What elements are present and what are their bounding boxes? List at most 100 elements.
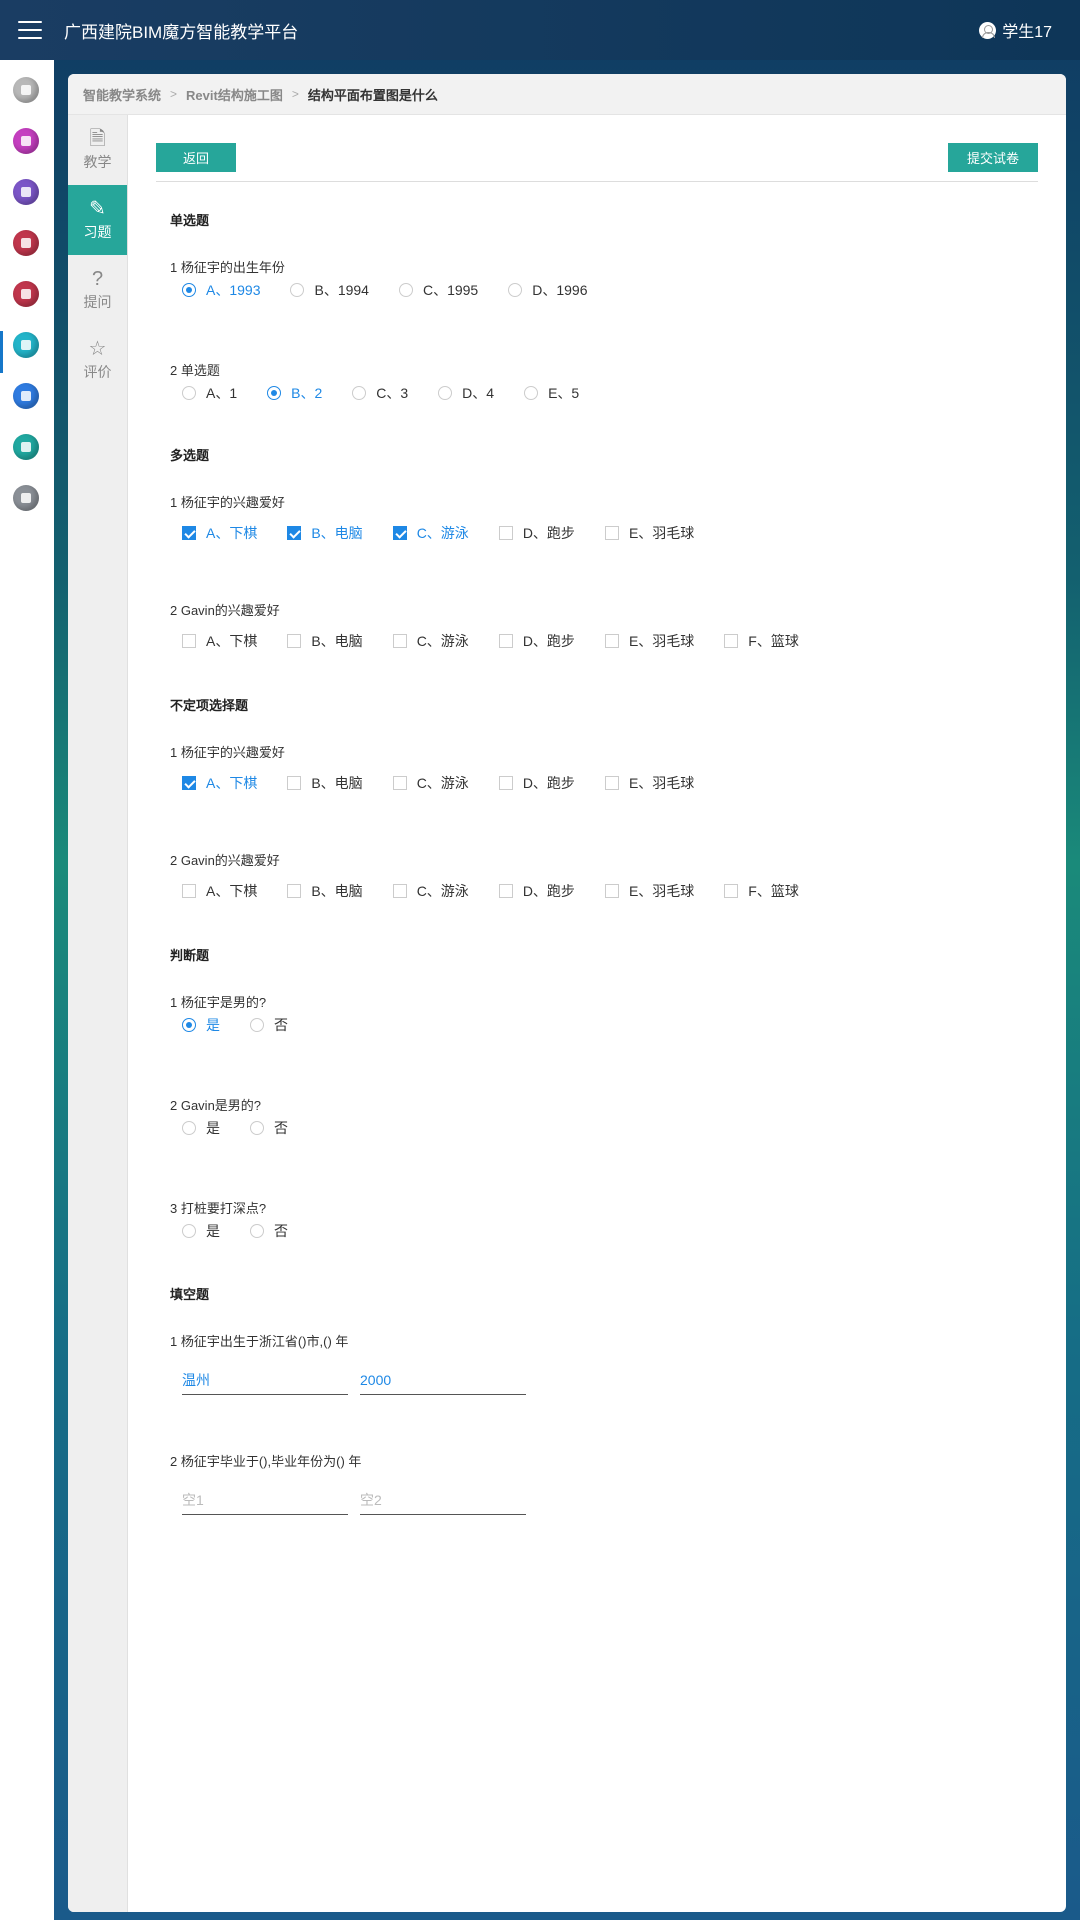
- radio-option[interactable]: C、3: [352, 383, 408, 403]
- app-title: 广西建院BIM魔方智能教学平台: [64, 22, 299, 42]
- rail-user-icon[interactable]: [13, 179, 39, 205]
- radio-option[interactable]: 否: [250, 1221, 288, 1241]
- subnav-label: 教学: [83, 154, 112, 170]
- question-title: 1 杨征宇出生于浙江省()市,() 年: [170, 1334, 349, 1349]
- checkbox-icon: [604, 884, 619, 898]
- option-label: C、游泳: [416, 775, 469, 791]
- radio-option[interactable]: 是: [182, 1118, 220, 1138]
- checkbox-icon: [392, 884, 407, 898]
- user-menu[interactable]: 学生17: [979, 0, 1052, 60]
- checkbox-icon: [724, 634, 739, 648]
- option-label: D、4: [462, 385, 495, 401]
- radio-icon: [182, 283, 196, 297]
- checkbox-option[interactable]: E、羽毛球: [604, 631, 695, 651]
- rail-home-icon[interactable]: [13, 77, 39, 103]
- exam-toolbar: 返回 提交试卷: [156, 143, 1038, 182]
- subnav-questions[interactable]: ? 提问: [68, 255, 127, 325]
- checkbox-option[interactable]: C、游泳: [392, 631, 469, 651]
- blank-input[interactable]: [360, 1485, 526, 1515]
- checkbox-option[interactable]: F、篮球: [724, 881, 799, 901]
- checkbox-icon: [182, 884, 196, 898]
- option-label: E、羽毛球: [628, 633, 695, 649]
- option-label: C、游泳: [416, 883, 469, 899]
- option-label: E、5: [548, 385, 580, 401]
- radio-option[interactable]: A、1993: [182, 280, 260, 300]
- checkbox-option[interactable]: C、游泳: [392, 881, 469, 901]
- section-multi-choice: 多选题: [170, 448, 210, 463]
- checkbox-option[interactable]: D、跑步: [498, 631, 575, 651]
- rail-library-icon[interactable]: [13, 281, 39, 307]
- checkbox-option[interactable]: B、电脑: [287, 523, 363, 543]
- subnav-teaching[interactable]: 🗎 教学: [68, 115, 127, 185]
- checkbox-icon: [724, 884, 739, 898]
- radio-option[interactable]: D、1996: [508, 280, 588, 300]
- blank-input[interactable]: [360, 1365, 526, 1395]
- radio-option[interactable]: B、2: [267, 383, 322, 403]
- checkbox-option[interactable]: C、游泳: [392, 773, 469, 793]
- radio-option[interactable]: B、1994: [290, 280, 369, 300]
- rail-books-icon[interactable]: [13, 230, 39, 256]
- checkbox-icon: [287, 776, 302, 790]
- checkbox-option[interactable]: B、电脑: [287, 773, 363, 793]
- section-single-choice: 单选题: [170, 213, 210, 228]
- rail-eval-icon[interactable]: [13, 434, 39, 460]
- checkbox-option[interactable]: A、下棋: [182, 523, 257, 543]
- checkbox-option[interactable]: A、下棋: [182, 773, 257, 793]
- radio-option[interactable]: 否: [250, 1118, 288, 1138]
- checkbox-option[interactable]: E、羽毛球: [604, 773, 694, 793]
- radio-option[interactable]: D、4: [438, 383, 494, 403]
- subnav-evaluation[interactable]: ☆ 评价: [68, 325, 127, 395]
- checkbox-icon: [498, 634, 513, 648]
- checkbox-option[interactable]: A、下棋: [182, 631, 257, 651]
- checkbox-option[interactable]: F、篮球: [724, 631, 799, 651]
- rail-qa-icon[interactable]: [13, 383, 39, 409]
- subnav-label: 提问: [83, 294, 112, 310]
- back-button[interactable]: 返回: [156, 143, 236, 172]
- radio-icon: [182, 1018, 196, 1032]
- radio-icon: [267, 386, 282, 400]
- option-label: C、3: [376, 385, 409, 401]
- checkbox-option[interactable]: D、跑步: [498, 881, 575, 901]
- checkbox-icon: [287, 634, 302, 648]
- rail-course-icon[interactable]: [13, 332, 39, 358]
- question-title: 2 Gavin的兴趣爱好: [170, 603, 280, 618]
- blank-input[interactable]: [182, 1365, 348, 1395]
- checkbox-option[interactable]: D、跑步: [498, 523, 575, 543]
- radio-option[interactable]: A、1: [182, 383, 237, 403]
- checkbox-option[interactable]: B、电脑: [287, 881, 363, 901]
- blank-input[interactable]: [182, 1485, 348, 1515]
- radio-option[interactable]: E、5: [524, 383, 579, 403]
- rail-bell-icon[interactable]: [13, 128, 39, 154]
- option-label: D、跑步: [522, 775, 575, 791]
- option-label: E、羽毛球: [628, 883, 695, 899]
- checkbox-icon: [287, 526, 302, 540]
- option-label: A、下棋: [206, 633, 258, 649]
- breadcrumb-item[interactable]: 智能教学系统: [83, 85, 161, 104]
- question-icon: ?: [91, 268, 104, 290]
- star-icon: ☆: [88, 338, 107, 360]
- radio-option[interactable]: 是: [182, 1015, 220, 1035]
- subnav-label: 习题: [83, 224, 112, 240]
- hamburger-menu-icon[interactable]: [18, 21, 42, 39]
- radio-option[interactable]: 否: [250, 1015, 288, 1035]
- option-label: A、下棋: [206, 525, 258, 541]
- option-label: D、跑步: [522, 883, 575, 899]
- section-indefinite-choice: 不定项选择题: [170, 698, 249, 713]
- submit-exam-button[interactable]: 提交试卷: [948, 143, 1038, 172]
- checkbox-group: A、下棋 B、电脑 C、游泳 D、跑步 E、羽毛球: [182, 773, 724, 793]
- checkbox-option[interactable]: A、下棋: [182, 881, 257, 901]
- question-title: 3 打桩要打深点?: [170, 1201, 267, 1216]
- checkbox-option[interactable]: C、游泳: [392, 523, 469, 543]
- checkbox-option[interactable]: E、羽毛球: [604, 881, 695, 901]
- subnav-exercises[interactable]: ✎ 习题: [68, 185, 127, 255]
- checkbox-option[interactable]: E、羽毛球: [604, 523, 694, 543]
- breadcrumb-item[interactable]: Revit结构施工图: [186, 85, 283, 104]
- checkbox-option[interactable]: B、电脑: [287, 631, 363, 651]
- chevron-right-icon: >: [170, 87, 178, 101]
- checkbox-icon: [392, 526, 407, 540]
- rail-settings-icon[interactable]: [13, 485, 39, 511]
- checkbox-option[interactable]: D、跑步: [498, 773, 575, 793]
- radio-option[interactable]: 是: [182, 1221, 220, 1241]
- question-title: 2 单选题: [170, 363, 220, 378]
- radio-option[interactable]: C、1995: [398, 280, 478, 300]
